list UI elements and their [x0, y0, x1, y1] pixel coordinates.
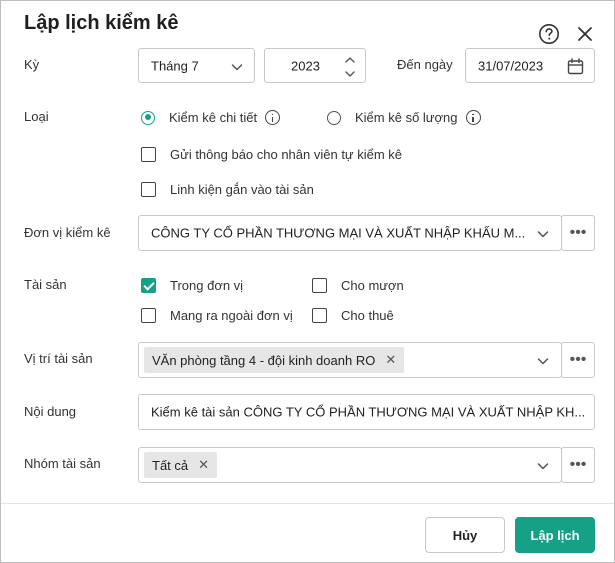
chevron-down-icon	[231, 64, 243, 71]
month-select[interactable]: Tháng 7	[138, 48, 255, 83]
notify-label: Gửi thông báo cho nhân viên tự kiểm kê	[170, 147, 403, 162]
borrowed-checkbox-row[interactable]: Cho mượn	[312, 278, 404, 293]
more-horizontal-icon: •••	[569, 224, 587, 241]
unit-more-button[interactable]: •••	[561, 215, 595, 251]
period-label: Kỳ	[24, 57, 40, 72]
in-unit-checkbox[interactable]	[141, 278, 156, 293]
footer-divider	[1, 503, 614, 504]
taken-out-checkbox[interactable]	[141, 308, 156, 323]
content-label: Nội dung	[24, 404, 77, 419]
chevron-up-icon[interactable]	[344, 54, 356, 66]
radio-quantity-label: Kiểm kê số lượng	[355, 110, 458, 125]
content-input[interactable]: Kiểm kê tài sản CÔNG TY CỔ PHẦN THƯƠNG M…	[138, 394, 595, 430]
in-unit-label: Trong đơn vị	[170, 278, 244, 293]
asset-group-tag-label: Tất cả	[152, 457, 189, 473]
dialog-title: Lập lịch kiểm kê	[24, 12, 179, 34]
asset-group-label: Nhóm tài sản	[24, 456, 101, 471]
asset-group-select[interactable]: Tất cả ✕	[138, 447, 562, 483]
remove-tag-icon[interactable]: ✕	[385, 352, 396, 368]
component-checkbox[interactable]	[141, 182, 156, 197]
assets-label: Tài sản	[24, 277, 67, 292]
taken-out-checkbox-row[interactable]: Mang ra ngoài đơn vị	[141, 308, 293, 323]
taken-out-label: Mang ra ngoài đơn vị	[170, 308, 293, 323]
to-date-value: 31/07/2023	[478, 58, 544, 73]
info-icon[interactable]	[265, 110, 281, 125]
content-value: Kiểm kê tài sản CÔNG TY CỔ PHẦN THƯƠNG M…	[151, 404, 586, 420]
to-date-label: Đến ngày	[397, 57, 453, 72]
chevron-down-icon	[537, 358, 549, 365]
type-label: Loại	[24, 109, 49, 124]
info-icon[interactable]	[465, 110, 481, 125]
in-unit-checkbox-row[interactable]: Trong đơn vị	[141, 278, 243, 293]
chevron-down-icon	[537, 463, 549, 470]
more-horizontal-icon: •••	[569, 456, 587, 473]
location-select[interactable]: VĂn phòng tầng 4 - đội kinh doanh RO ✕	[138, 342, 562, 378]
chevron-down-icon	[537, 231, 549, 238]
borrowed-checkbox[interactable]	[312, 278, 327, 293]
asset-group-tag: Tất cả ✕	[144, 452, 218, 478]
component-label: Linh kiện gắn vào tài sản	[170, 182, 314, 197]
radio-quantity-option[interactable]: Kiểm kê số lượng	[327, 110, 481, 125]
location-label: Vị trí tài sản	[24, 351, 93, 366]
cancel-button[interactable]: Hủy	[425, 517, 505, 553]
calendar-icon[interactable]	[567, 58, 584, 75]
close-icon[interactable]	[575, 24, 595, 44]
rented-checkbox-row[interactable]: Cho thuê	[312, 308, 394, 323]
asset-group-more-button[interactable]: •••	[561, 447, 595, 483]
borrowed-label: Cho mượn	[341, 278, 404, 293]
location-tag-label: VĂn phòng tầng 4 - đội kinh doanh RO	[152, 352, 376, 368]
chevron-down-icon[interactable]	[344, 68, 356, 80]
location-more-button[interactable]: •••	[561, 342, 595, 378]
unit-label: Đơn vị kiểm kê	[24, 225, 111, 240]
radio-detail-option[interactable]: Kiểm kê chi tiết	[141, 110, 281, 125]
notify-checkbox[interactable]	[141, 147, 156, 162]
schedule-inventory-dialog: Lập lịch kiểm kê Kỳ Tháng 7 2023 Đến ngà…	[0, 0, 615, 563]
notify-checkbox-row[interactable]: Gửi thông báo cho nhân viên tự kiểm kê	[141, 147, 402, 162]
unit-value: CÔNG TY CỔ PHẦN THƯƠNG MẠI VÀ XUẤT NHẬP …	[151, 225, 526, 241]
year-stepper[interactable]: 2023	[264, 48, 366, 83]
rented-checkbox[interactable]	[312, 308, 327, 323]
remove-tag-icon[interactable]: ✕	[198, 457, 209, 473]
unit-select[interactable]: CÔNG TY CỔ PHẦN THƯƠNG MẠI VÀ XUẤT NHẬP …	[138, 215, 562, 251]
to-date-field[interactable]: 31/07/2023	[465, 48, 595, 83]
help-icon[interactable]	[538, 23, 560, 45]
radio-detail[interactable]	[141, 110, 155, 125]
component-checkbox-row[interactable]: Linh kiện gắn vào tài sản	[141, 182, 314, 197]
radio-detail-label: Kiểm kê chi tiết	[169, 110, 258, 125]
rented-label: Cho thuê	[341, 308, 394, 323]
year-value: 2023	[291, 58, 320, 73]
more-horizontal-icon: •••	[569, 351, 587, 368]
radio-quantity[interactable]	[327, 110, 341, 125]
schedule-button[interactable]: Lập lịch	[515, 517, 595, 553]
month-value: Tháng 7	[151, 58, 199, 73]
location-tag: VĂn phòng tầng 4 - đội kinh doanh RO ✕	[144, 347, 405, 373]
